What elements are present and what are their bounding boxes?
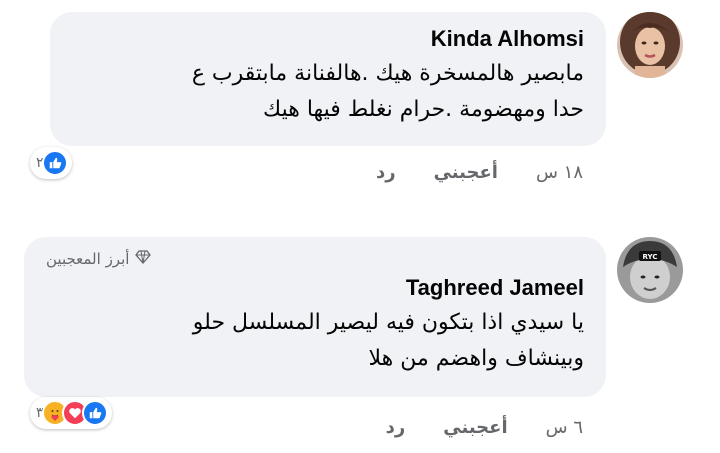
avatar[interactable]: RYC xyxy=(617,237,683,303)
comment-text-line: وبينشاف واهضم من هلا xyxy=(368,346,584,371)
reactions-summary[interactable]: ٢ xyxy=(30,147,72,179)
comment-text-line: يا سيدي اذا بتكون فيه ليصير المسلسل حلو xyxy=(192,310,584,335)
comment-text-line: حدا ومهضومة .حرام نغلط فيها هيك xyxy=(263,97,584,122)
badge-label: أبرز المعجبين xyxy=(46,250,130,268)
reply-button[interactable]: رد xyxy=(376,162,396,183)
reply-button[interactable]: رد xyxy=(386,417,406,438)
reactions-summary[interactable]: ٣ xyxy=(30,397,112,429)
comment-time[interactable]: ١٨ س xyxy=(536,162,583,183)
comment-actions: ١٨ س أعجبني رد xyxy=(376,162,583,183)
top-fan-badge: أبرز المعجبين xyxy=(46,249,584,269)
svg-text:RYC: RYC xyxy=(643,253,658,261)
like-icon xyxy=(41,150,68,176)
comment-bubble: أبرز المعجبين Taghreed Jameel يا سيدي اذ… xyxy=(24,237,606,397)
comment-bubble: Kinda Alhomsi مابصير هالمسخرة هيك .هالفن… xyxy=(50,12,606,146)
comment-author[interactable]: Taghreed Jameel xyxy=(46,275,584,301)
diamond-icon xyxy=(135,249,152,269)
like-button[interactable]: أعجبني xyxy=(434,162,498,183)
like-icon xyxy=(81,400,108,426)
avatar[interactable] xyxy=(617,12,683,78)
comment-actions: ٦ س أعجبني رد xyxy=(386,417,583,438)
comment-time[interactable]: ٦ س xyxy=(546,417,583,438)
comment-author[interactable]: Kinda Alhomsi xyxy=(72,26,584,52)
like-button[interactable]: أعجبني xyxy=(443,417,507,438)
comment-text-line: مابصير هالمسخرة هيك .هالفنانة مابتقرب ع xyxy=(191,61,584,86)
